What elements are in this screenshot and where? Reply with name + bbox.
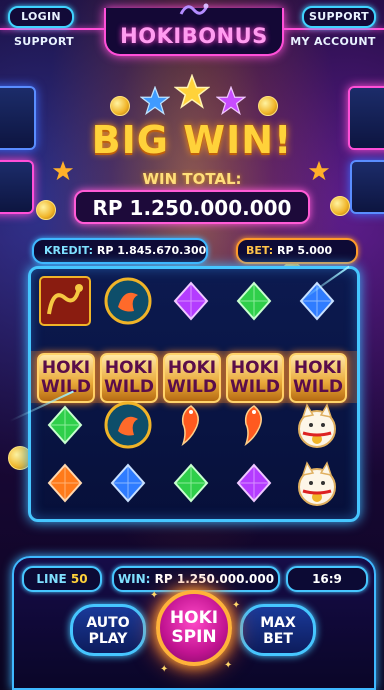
sparkle-icon: ✦ [160, 664, 169, 675]
hoki-wild-symbol: HOKI WILD [100, 353, 158, 403]
auto-play-button[interactable]: AUTO PLAY [70, 604, 146, 656]
blue-gem-symbol [287, 273, 347, 329]
koi-medallion-symbol [98, 397, 158, 453]
koi-fish-symbol [161, 397, 221, 453]
login-button[interactable]: LOGIN [8, 6, 74, 28]
purple-gem-symbol [161, 273, 221, 329]
wild-line1: HOKI [104, 358, 154, 378]
line-label: LINE [36, 572, 67, 586]
background-slot-machine [0, 86, 36, 150]
auto-play-line2: PLAY [88, 631, 128, 647]
lucky-cat-symbol [287, 455, 347, 511]
hoki-wild-symbol: HOKI WILD [289, 353, 347, 403]
background-slot-machine [350, 160, 384, 214]
blue-gem-symbol [98, 455, 158, 511]
credit-display: KREDIT: RP 1.845.670.300 [32, 238, 208, 264]
dragon-icon [179, 3, 209, 15]
green-gem-symbol [161, 455, 221, 511]
big-win-title: BIG WIN! [91, 118, 293, 162]
bet-label: BET: [246, 244, 274, 257]
dragon-tile-symbol [35, 273, 95, 329]
wild-line2: WILD [229, 377, 281, 397]
win-value: RP 1.250.000.000 [154, 572, 275, 586]
credit-value: RP 1.845.670.300 [96, 244, 207, 257]
logo-wordmark: HOKIBONUS [106, 24, 282, 48]
gold-star-icon [174, 74, 210, 109]
hoki-spin-button[interactable]: HOKI SPIN [156, 590, 232, 666]
sparkle-icon: ✦ [232, 600, 241, 611]
purple-gem-symbol [224, 455, 284, 511]
gold-coin-icon [330, 196, 350, 216]
background-slot-machine [0, 160, 34, 214]
max-bet-button[interactable]: MAX BET [240, 604, 316, 656]
win-total-label: WIN TOTAL: [142, 170, 242, 188]
spin-line2: SPIN [171, 627, 217, 647]
wild-line1: HOKI [41, 358, 91, 378]
logo-hoki: HOKI [120, 24, 182, 48]
koi-fish-symbol [224, 397, 284, 453]
lucky-cat-symbol [287, 397, 347, 453]
hoki-wild-symbol: HOKI WILD [163, 353, 221, 403]
sparkle-icon: ✦ [150, 590, 159, 601]
wild-line1: HOKI [230, 358, 280, 378]
aspect-ratio-button[interactable]: 16:9 [286, 566, 368, 592]
top-navigation: LOGIN SUPPORT SUPPORT MY ACCOUNT HOKIBON… [0, 0, 384, 56]
wild-line2: WILD [166, 377, 218, 397]
background-slot-machine [348, 86, 384, 150]
hokibonus-logo[interactable]: HOKIBONUS [104, 3, 284, 56]
neon-frame-line [280, 28, 384, 30]
green-gem-symbol [224, 273, 284, 329]
max-bet-line2: BET [263, 631, 293, 647]
wild-line1: HOKI [293, 358, 343, 378]
sparkle-icon: ✦ [224, 660, 233, 671]
neon-frame-line [0, 28, 104, 30]
win-label: WIN: [117, 572, 151, 586]
support-button[interactable]: SUPPORT [302, 6, 376, 28]
bet-value: RP 5.000 [277, 244, 333, 257]
win-display: WIN: RP 1.250.000.000 [112, 566, 280, 592]
line-display[interactable]: LINE 50 [22, 566, 102, 592]
spin-line1: HOKI [169, 608, 219, 628]
reel-grid: HOKI WILD HOKI WILD HOKI WILD HOKI WILD HOKI WILD [28, 266, 360, 522]
gold-star-icon [52, 160, 74, 181]
win-total-value: RP 1.250.000.000 [92, 196, 292, 220]
wild-line2: WILD [103, 377, 155, 397]
credit-label: KREDIT: [44, 244, 94, 257]
max-bet-line1: MAX [260, 615, 296, 631]
win-total-box: RP 1.250.000.000 [74, 190, 310, 224]
support-link[interactable]: SUPPORT [6, 33, 82, 51]
auto-play-line1: AUTO [86, 615, 130, 631]
my-account-link[interactable]: MY ACCOUNT [288, 33, 378, 51]
line-value: 50 [70, 572, 88, 586]
koi-medallion-symbol [98, 273, 158, 329]
logo-bonus: BONUS [181, 24, 268, 48]
wild-line1: HOKI [167, 358, 217, 378]
big-win-banner: BIG WIN! WIN TOTAL: RP 1.250.000.000 [72, 112, 312, 224]
hoki-wild-symbol: HOKI WILD [226, 353, 284, 403]
bet-display[interactable]: BET: RP 5.000 [236, 238, 358, 264]
wild-line2: WILD [292, 377, 344, 397]
orange-gem-symbol [35, 455, 95, 511]
gold-coin-icon [36, 200, 56, 220]
